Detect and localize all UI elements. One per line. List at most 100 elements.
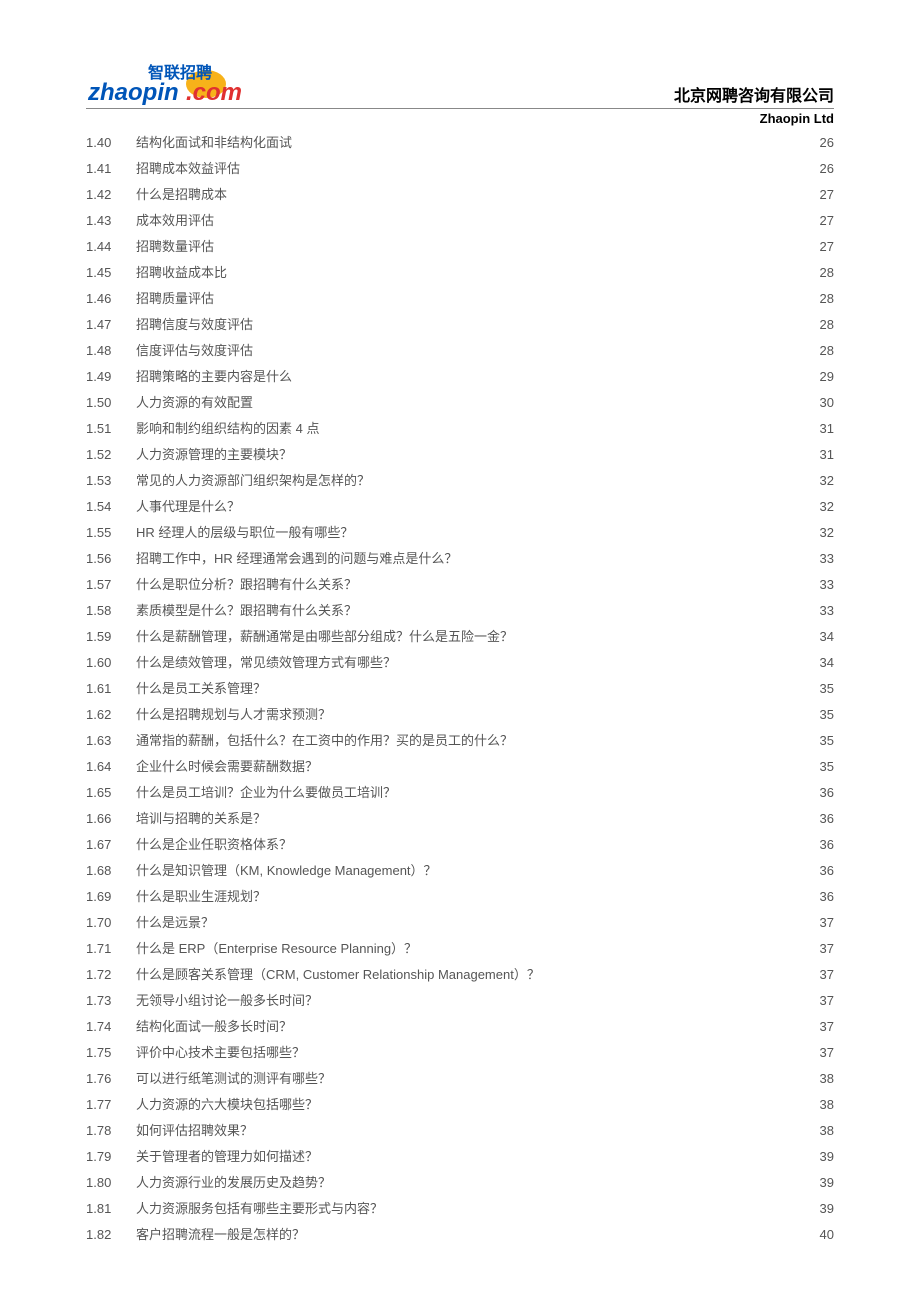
- toc-entry-num: 1.40: [86, 136, 136, 149]
- toc-entry-num: 1.65: [86, 786, 136, 799]
- toc-entry-page: 37: [818, 968, 834, 981]
- toc-entry-num: 1.59: [86, 630, 136, 643]
- toc-entry: 1.63通常指的薪酬，包括什么？在工资中的作用？买的是员工的什么？35: [86, 734, 834, 760]
- toc-entry: 1.59什么是薪酬管理，薪酬通常是由哪些部分组成？什么是五险一金？34: [86, 630, 834, 656]
- toc-entry-title: 可以进行纸笔测试的测评有哪些？: [136, 1072, 331, 1085]
- toc-entry-page: 37: [818, 994, 834, 1007]
- toc-entry-page: 31: [818, 448, 834, 461]
- toc-entry-title: 招聘成本效益评估: [136, 162, 240, 175]
- table-of-contents: 1.40结构化面试和非结构化面试261.41招聘成本效益评估261.42什么是招…: [86, 136, 834, 1254]
- toc-entry-num: 1.52: [86, 448, 136, 461]
- toc-entry-page: 27: [818, 240, 834, 253]
- toc-entry-page: 36: [818, 864, 834, 877]
- toc-entry-title: 结构化面试一般多长时间？: [136, 1020, 292, 1033]
- toc-entry-page: 37: [818, 942, 834, 955]
- toc-entry-page: 35: [818, 682, 834, 695]
- toc-entry: 1.80人力资源行业的发展历史及趋势？ 39: [86, 1176, 834, 1202]
- toc-entry-page: 33: [818, 578, 834, 591]
- toc-entry: 1.58素质模型是什么？跟招聘有什么关系？33: [86, 604, 834, 630]
- toc-entry-title: 什么是顾客关系管理（CRM, Customer Relationship Man…: [136, 968, 540, 981]
- toc-entry: 1.54人事代理是什么？32: [86, 500, 834, 526]
- toc-entry: 1.66培训与招聘的关系是？36: [86, 812, 834, 838]
- toc-entry-title: 招聘质量评估: [136, 292, 214, 305]
- toc-entry-page: 37: [818, 1020, 834, 1033]
- toc-entry-title: 什么是招聘规划与人才需求预测？: [136, 708, 331, 721]
- toc-entry-page: 37: [818, 1046, 834, 1059]
- document-page: 智联招聘 zhaopin .com 北京网聘咨询有限公司 Zhaopin Ltd…: [0, 0, 920, 1314]
- toc-entry: 1.62什么是招聘规划与人才需求预测？35: [86, 708, 834, 734]
- toc-entry-page: 38: [818, 1124, 834, 1137]
- toc-entry-page: 35: [818, 734, 834, 747]
- toc-entry-page: 38: [818, 1072, 834, 1085]
- toc-entry-num: 1.67: [86, 838, 136, 851]
- toc-entry-num: 1.73: [86, 994, 136, 1007]
- toc-entry: 1.43成本效用评估27: [86, 214, 834, 240]
- toc-entry-page: 36: [818, 838, 834, 851]
- company-name-cn: 北京网聘咨询有限公司: [674, 87, 834, 106]
- toc-entry-title: 招聘工作中，HR 经理通常会遇到的问题与难点是什么？: [136, 552, 457, 565]
- toc-entry-num: 1.62: [86, 708, 136, 721]
- toc-entry-page: 36: [818, 890, 834, 903]
- toc-entry: 1.56招聘工作中，HR 经理通常会遇到的问题与难点是什么？33: [86, 552, 834, 578]
- toc-entry-num: 1.46: [86, 292, 136, 305]
- toc-entry-title: 什么是薪酬管理，薪酬通常是由哪些部分组成？什么是五险一金？: [136, 630, 513, 643]
- toc-entry-num: 1.77: [86, 1098, 136, 1111]
- toc-entry-num: 1.64: [86, 760, 136, 773]
- toc-entry-num: 1.54: [86, 500, 136, 513]
- toc-entry-num: 1.71: [86, 942, 136, 955]
- toc-entry-page: 31: [818, 422, 834, 435]
- toc-entry-title: 招聘策略的主要内容是什么: [136, 370, 292, 383]
- toc-entry-page: 26: [818, 136, 834, 149]
- toc-entry-title: 成本效用评估: [136, 214, 214, 227]
- toc-entry-title: 素质模型是什么？跟招聘有什么关系？: [136, 604, 357, 617]
- toc-entry-title: HR 经理人的层级与职位一般有哪些？: [136, 526, 353, 539]
- toc-entry-page: 33: [818, 552, 834, 565]
- toc-entry: 1.44招聘数量评估27: [86, 240, 834, 266]
- toc-entry: 1.48信度评估与效度评估28: [86, 344, 834, 370]
- toc-entry-title: 招聘信度与效度评估: [136, 318, 253, 331]
- header-company-block: 北京网聘咨询有限公司: [674, 87, 834, 106]
- toc-entry-page: 36: [818, 786, 834, 799]
- toc-entry: 1.45招聘收益成本比28: [86, 266, 834, 292]
- toc-entry: 1.65什么是员工培训？企业为什么要做员工培训？36: [86, 786, 834, 812]
- toc-entry-num: 1.47: [86, 318, 136, 331]
- toc-entry: 1.72什么是顾客关系管理（CRM, Customer Relationship…: [86, 968, 834, 994]
- toc-entry-title: 人力资源管理的主要模块？: [136, 448, 292, 461]
- page-header: 智联招聘 zhaopin .com 北京网聘咨询有限公司: [86, 58, 834, 109]
- toc-entry-num: 1.53: [86, 474, 136, 487]
- toc-entry-num: 1.74: [86, 1020, 136, 1033]
- toc-entry-page: 34: [818, 656, 834, 669]
- toc-entry: 1.49招聘策略的主要内容是什么 29: [86, 370, 834, 396]
- toc-entry: 1.81人力资源服务包括有哪些主要形式与内容？39: [86, 1202, 834, 1228]
- toc-entry-title: 什么是员工关系管理？: [136, 682, 266, 695]
- toc-entry-title: 评价中心技术主要包括哪些？: [136, 1046, 305, 1059]
- toc-entry-title: 什么是招聘成本: [136, 188, 227, 201]
- toc-entry-page: 28: [818, 266, 834, 279]
- toc-entry-title: 通常指的薪酬，包括什么？在工资中的作用？买的是员工的什么？: [136, 734, 513, 747]
- toc-entry-num: 1.49: [86, 370, 136, 383]
- toc-entry-page: 32: [818, 526, 834, 539]
- toc-entry-title: 什么是绩效管理，常见绩效管理方式有哪些？: [136, 656, 396, 669]
- toc-entry-num: 1.82: [86, 1228, 136, 1241]
- toc-entry-num: 1.81: [86, 1202, 136, 1215]
- toc-entry-page: 39: [818, 1176, 834, 1189]
- toc-entry-title: 人力资源行业的发展历史及趋势？: [136, 1176, 331, 1189]
- toc-entry-num: 1.80: [86, 1176, 136, 1189]
- toc-entry-title: 招聘数量评估: [136, 240, 214, 253]
- toc-entry: 1.60什么是绩效管理，常见绩效管理方式有哪些？34: [86, 656, 834, 682]
- toc-entry-title: 什么是知识管理（KM, Knowledge Management）？: [136, 864, 437, 877]
- toc-entry: 1.73无领导小组讨论一般多长时间？37: [86, 994, 834, 1020]
- toc-entry-page: 37: [818, 916, 834, 929]
- toc-entry-num: 1.51: [86, 422, 136, 435]
- toc-entry-num: 1.57: [86, 578, 136, 591]
- toc-entry-page: 29: [818, 370, 834, 383]
- toc-entry-page: 38: [818, 1098, 834, 1111]
- toc-entry-page: 32: [818, 500, 834, 513]
- toc-entry-page: 26: [818, 162, 834, 175]
- toc-entry-title: 人力资源的六大模块包括哪些？: [136, 1098, 318, 1111]
- company-name-en: Zhaopin Ltd: [86, 111, 834, 126]
- toc-entry-num: 1.45: [86, 266, 136, 279]
- toc-entry-num: 1.78: [86, 1124, 136, 1137]
- toc-entry: 1.53常见的人力资源部门组织架构是怎样的？32: [86, 474, 834, 500]
- toc-entry-title: 关于管理者的管理力如何描述？: [136, 1150, 318, 1163]
